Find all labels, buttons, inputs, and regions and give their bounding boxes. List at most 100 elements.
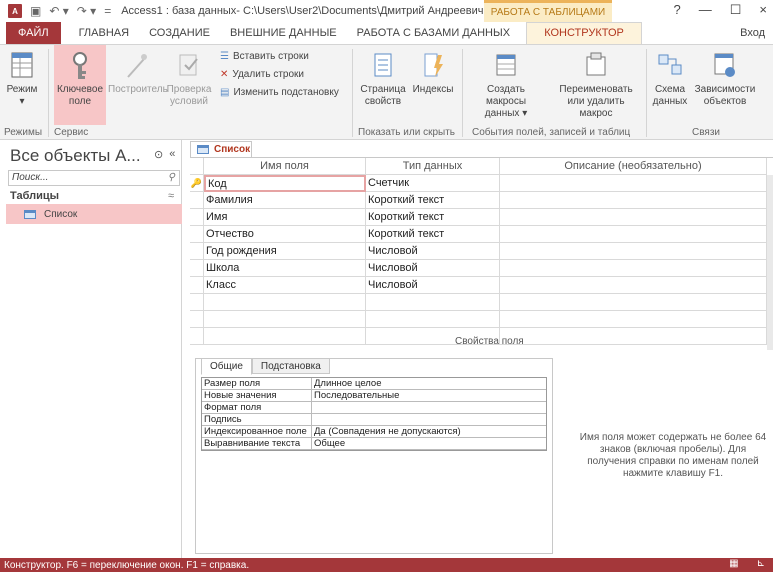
row-selector[interactable] <box>190 209 204 226</box>
field-name-cell[interactable]: Имя <box>204 209 366 226</box>
row-selector[interactable] <box>190 243 204 260</box>
grid-vertical-scrollbar[interactable] <box>767 175 773 350</box>
field-name-cell[interactable]: Код <box>204 175 366 192</box>
property-name: Формат поля <box>202 402 312 413</box>
customize-qat-icon[interactable]: = <box>104 4 111 18</box>
property-value[interactable]: Общее <box>312 438 546 449</box>
validation-rules-button[interactable]: Проверка условий <box>166 51 212 108</box>
object-dependencies-button[interactable]: Зависимости объектов <box>692 51 758 108</box>
nav-search-input[interactable]: Поиск... ⚲ <box>8 170 180 186</box>
view-button[interactable]: Режим ▾ <box>4 51 40 108</box>
design-view-status-icon[interactable]: ⊾ <box>757 558 765 569</box>
row-selector-header <box>190 158 204 175</box>
row-selector[interactable] <box>190 277 204 294</box>
data-type-cell[interactable]: Числовой <box>366 243 500 260</box>
field-name-cell[interactable] <box>204 294 366 311</box>
property-value[interactable] <box>312 414 546 425</box>
tab-external-data[interactable]: ВНЕШНИЕ ДАННЫЕ <box>220 22 347 44</box>
group-label-views: Режимы <box>4 127 43 138</box>
field-name-cell[interactable]: Класс <box>204 277 366 294</box>
description-cell[interactable] <box>500 243 767 260</box>
nav-menu-chevron-icon[interactable]: ⊙ <box>154 148 163 161</box>
relationships-button[interactable]: Схема данных <box>650 51 690 108</box>
description-cell[interactable] <box>500 311 767 328</box>
data-type-cell[interactable] <box>366 311 500 328</box>
description-cell[interactable] <box>500 226 767 243</box>
key-field-label-2: поле <box>68 96 92 107</box>
row-selector[interactable] <box>190 260 204 277</box>
data-type-cell[interactable]: Числовой <box>366 260 500 277</box>
tab-lookup[interactable]: Подстановка <box>251 358 330 374</box>
data-type-cell[interactable]: Короткий текст <box>366 226 500 243</box>
data-type-cell[interactable]: Короткий текст <box>366 209 500 226</box>
description-cell[interactable] <box>500 175 767 192</box>
property-value[interactable]: Последовательные <box>312 390 546 401</box>
relationships-icon <box>658 54 682 75</box>
description-cell[interactable] <box>500 277 767 294</box>
delete-rows-label: Удалить строки <box>232 69 305 80</box>
close-button[interactable]: × <box>759 2 767 18</box>
row-selector[interactable] <box>190 226 204 243</box>
data-type-cell[interactable]: Числовой <box>366 277 500 294</box>
tab-database-tools[interactable]: РАБОТА С БАЗАМИ ДАННЫХ <box>347 22 520 44</box>
insert-rows-button[interactable]: ☰ Вставить строки <box>220 51 309 62</box>
row-selector[interactable] <box>190 328 204 345</box>
row-selector[interactable] <box>190 311 204 328</box>
primary-key-indicator-icon[interactable]: 🔑 <box>190 175 204 192</box>
rename-macro-label-2: или удалить макрос <box>567 96 625 119</box>
description-cell[interactable] <box>500 260 767 277</box>
field-name-cell[interactable]: Фамилия <box>204 192 366 209</box>
window-title: Access1 : база данных- C:\Users\User2\Do… <box>121 5 493 17</box>
tab-general[interactable]: Общие <box>201 358 252 375</box>
row-selector[interactable] <box>190 192 204 209</box>
property-value[interactable]: Длинное целое <box>312 378 546 389</box>
rename-delete-macro-button[interactable]: Переименовать или удалить макрос <box>550 51 642 120</box>
builder-button[interactable]: Построитель <box>108 51 168 96</box>
description-cell[interactable] <box>500 294 767 311</box>
nav-pane-title[interactable]: Все объекты A... <box>10 146 141 166</box>
access-app-icon[interactable]: A <box>8 4 22 18</box>
field-name-cell[interactable]: Отчество <box>204 226 366 243</box>
nav-section-label: Таблицы <box>10 190 59 202</box>
sign-in-link[interactable]: Вход <box>740 27 765 39</box>
tab-design[interactable]: КОНСТРУКТОР <box>526 21 643 45</box>
property-value[interactable]: Да (Совпадения не допускаются) <box>312 426 546 437</box>
tab-home[interactable]: ГЛАВНАЯ <box>61 22 139 44</box>
row-selector[interactable] <box>190 294 204 311</box>
save-icon[interactable]: ▣ <box>30 4 41 18</box>
create-data-macros-button[interactable]: Создать макросы данных ▾ <box>466 51 546 120</box>
field-name-cell[interactable]: Школа <box>204 260 366 277</box>
redo-icon[interactable]: ↷ ▾ <box>77 4 96 18</box>
data-type-cell[interactable] <box>366 294 500 311</box>
relationships-label-2: данных <box>652 96 688 107</box>
property-value[interactable] <box>312 402 546 413</box>
group-label-show-hide: Показать или скрыть <box>358 127 455 138</box>
description-cell[interactable] <box>500 328 767 345</box>
primary-key-button[interactable]: Ключевое поле <box>54 45 106 125</box>
indexes-button[interactable]: Индексы <box>410 51 456 96</box>
data-type-cell[interactable]: Счетчик <box>366 175 500 192</box>
nav-item-spisok[interactable]: Список <box>6 204 182 224</box>
help-button[interactable]: ? <box>674 2 681 18</box>
restore-button[interactable]: ☐ <box>730 2 742 18</box>
nav-collapse-icon[interactable]: « <box>169 148 175 161</box>
search-icon[interactable]: ⚲ <box>168 171 175 185</box>
undo-icon[interactable]: ↶ ▾ <box>49 4 68 18</box>
tab-file[interactable]: ФАЙЛ <box>6 22 61 44</box>
field-name-cell[interactable]: Год рождения <box>204 243 366 260</box>
field-name-cell[interactable] <box>204 328 366 345</box>
delete-rows-button[interactable]: ✕ Удалить строки <box>220 69 304 80</box>
field-name-cell[interactable] <box>204 311 366 328</box>
modify-lookups-button[interactable]: ▤ Изменить подстановку <box>220 87 339 98</box>
tab-create[interactable]: СОЗДАНИЕ <box>139 22 220 44</box>
datasheet-view-status-icon[interactable]: ▦ <box>729 558 738 569</box>
description-cell[interactable] <box>500 192 767 209</box>
validation-icon <box>179 54 198 76</box>
document-tab-spisok[interactable]: Список <box>190 141 252 157</box>
minimize-button[interactable]: — <box>699 2 712 18</box>
property-sheet-button[interactable]: Страница свойств <box>358 51 408 108</box>
description-cell[interactable] <box>500 209 767 226</box>
nav-section-tables[interactable]: Таблицы ≈ <box>10 190 178 202</box>
insert-rows-label: Вставить строки <box>232 51 309 62</box>
data-type-cell[interactable]: Короткий текст <box>366 192 500 209</box>
